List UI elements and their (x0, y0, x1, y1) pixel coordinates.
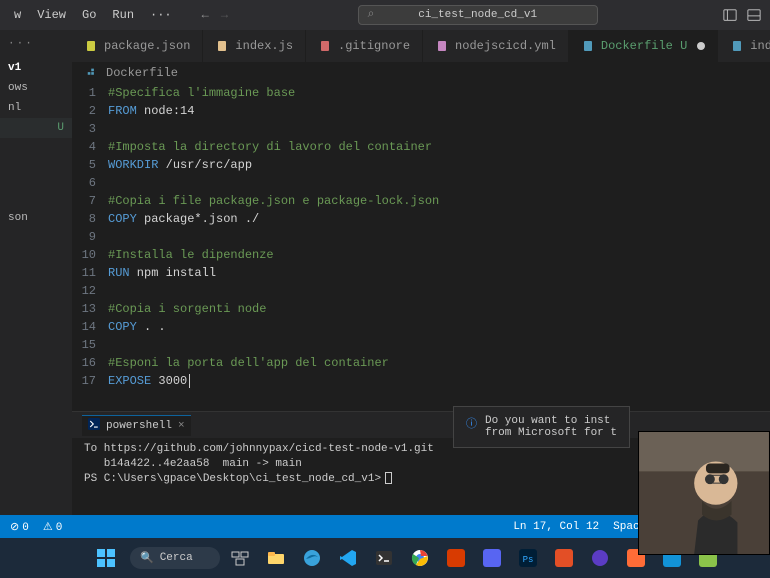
tab-index-js[interactable]: index.js (203, 30, 306, 62)
status-cursor-pos[interactable]: Ln 17, Col 12 (513, 521, 599, 533)
close-icon[interactable]: × (178, 420, 185, 432)
tab-label: nodejscicd.yml (455, 39, 556, 53)
code-editor[interactable]: 1234567891011121314151617 #Specifica l'i… (72, 84, 770, 411)
tab-label: .gitignore (338, 39, 410, 53)
tab-label: index.test.js (750, 39, 770, 53)
tab-label: Dockerfile U (601, 39, 687, 53)
line-gutter: 1234567891011121314151617 (72, 84, 108, 405)
app-icon-3[interactable]: Ps (512, 542, 544, 574)
svg-text:Ps: Ps (523, 555, 534, 565)
info-icon: ⓘ (466, 415, 477, 431)
sidebar-item-nl[interactable]: nl (0, 98, 72, 118)
notification-toast[interactable]: ⓘ Do you want to inst from Microsoft for… (453, 406, 630, 448)
taskbar-search-label: Cerca (160, 552, 193, 564)
sidebar-more[interactable]: ··· (0, 30, 72, 58)
tab-dockerfile-u[interactable]: Dockerfile U (569, 30, 718, 62)
docker-icon (86, 66, 100, 80)
file-icon (581, 39, 595, 53)
file-icon (84, 39, 98, 53)
powershell-icon (88, 418, 100, 434)
layout-panel-icon[interactable] (746, 7, 762, 23)
vscode-icon[interactable] (332, 542, 364, 574)
menu-go[interactable]: Go (76, 4, 102, 26)
tab-index-test-js[interactable]: index.test.js (718, 30, 770, 62)
tab--gitignore[interactable]: .gitignore (306, 30, 423, 62)
notification-text: Do you want to inst from Microsoft for t (485, 415, 617, 439)
nav-back-icon[interactable]: ← (202, 8, 209, 22)
terminal-tab-powershell[interactable]: powershell × (82, 415, 191, 436)
file-icon (435, 39, 449, 53)
file-icon (318, 39, 332, 53)
title-bar: w View Go Run ··· ← → ⌕ (0, 0, 770, 30)
status-left: ⊘0 ⚠0 (10, 520, 62, 534)
webcam-overlay (638, 431, 770, 555)
file-icon (215, 39, 229, 53)
app-icon-1[interactable] (440, 542, 472, 574)
layout-toggle-icon[interactable] (722, 7, 738, 23)
edge-icon[interactable] (296, 542, 328, 574)
terminal-app-icon[interactable] (368, 542, 400, 574)
sidebar-item-dockerfile-status[interactable]: U (0, 118, 72, 138)
menu-view[interactable]: View (31, 4, 72, 26)
menu-more[interactable]: ··· (144, 4, 178, 26)
status-errors[interactable]: ⊘0 (10, 520, 29, 534)
tab-package-json[interactable]: package.json (72, 30, 203, 62)
breadcrumb: Dockerfile (72, 62, 770, 84)
taskbar-search[interactable]: 🔍 Cerca (130, 547, 220, 569)
terminal-tab-label: powershell (106, 420, 172, 432)
task-view-icon[interactable] (224, 542, 256, 574)
search-icon: ⌕ (368, 7, 375, 27)
search-input[interactable] (358, 5, 598, 25)
sidebar-item-json[interactable]: son (0, 208, 72, 228)
menu-w[interactable]: w (8, 4, 27, 26)
sidebar-item-ows[interactable]: ows (0, 78, 72, 98)
explorer-icon[interactable] (260, 542, 292, 574)
chrome-icon[interactable] (404, 542, 436, 574)
file-icon (730, 39, 744, 53)
status-warnings[interactable]: ⚠0 (43, 520, 62, 534)
menu-bar: w View Go Run ··· (8, 4, 178, 26)
app-icon-5[interactable] (584, 542, 616, 574)
code-lines[interactable]: #Specifica l'immagine baseFROM node:14 #… (108, 84, 770, 405)
menu-run[interactable]: Run (106, 4, 140, 26)
command-center: ⌕ (240, 5, 722, 25)
explorer-sidebar: ··· v1 ows nl U son (0, 30, 72, 515)
editor-tabs: package.json index.js .gitignore nodejscicd… (72, 30, 770, 62)
titlebar-right (722, 7, 762, 23)
search-icon: 🔍 (140, 551, 154, 565)
git-untracked-badge: U (57, 122, 64, 134)
app-icon-4[interactable] (548, 542, 580, 574)
sidebar-item-v1[interactable]: v1 (0, 58, 72, 78)
nav-arrows: ← → (202, 8, 228, 22)
app-icon-2[interactable] (476, 542, 508, 574)
tab-label: package.json (104, 39, 190, 53)
tab-nodejscicd-yml[interactable]: nodejscicd.yml (423, 30, 569, 62)
dirty-indicator-icon (697, 42, 705, 50)
breadcrumb-label: Dockerfile (106, 66, 178, 80)
start-button[interactable] (90, 542, 122, 574)
nav-forward-icon[interactable]: → (221, 8, 228, 22)
tab-label: index.js (235, 39, 293, 53)
